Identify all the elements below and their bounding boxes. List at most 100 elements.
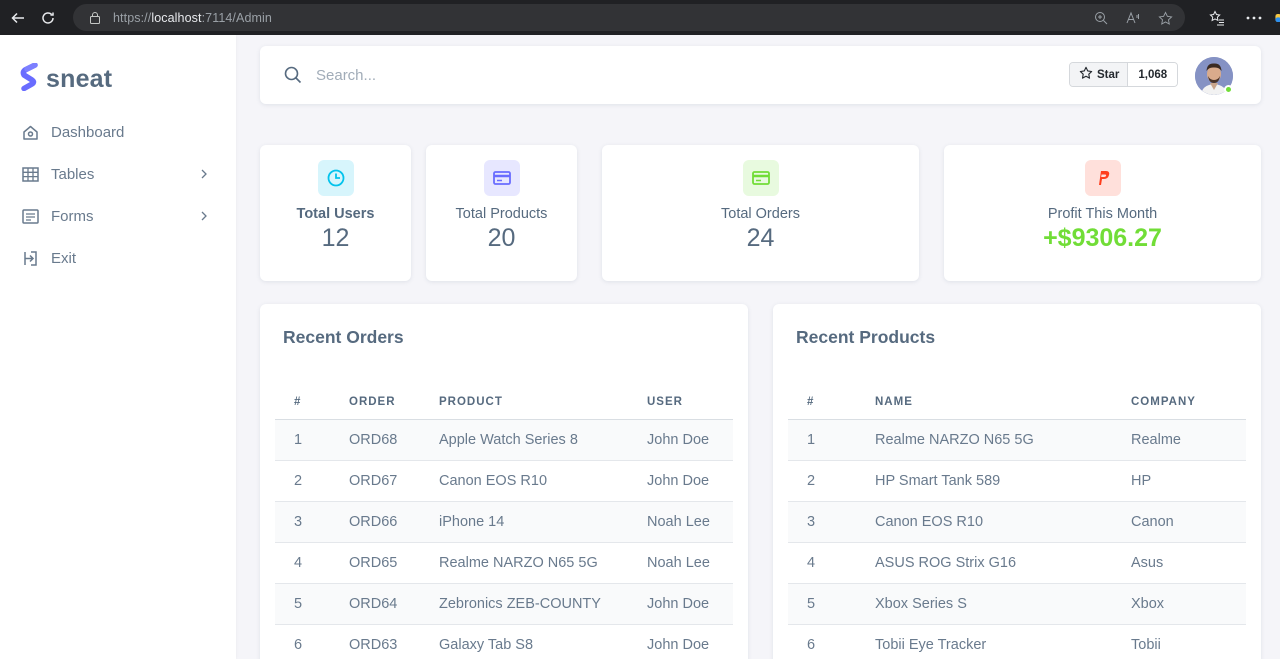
sidebar-item-label: Tables (51, 165, 95, 183)
table-icon (22, 166, 39, 183)
stat-card-total-orders: Total Orders 24 (602, 145, 919, 281)
favorite-icon[interactable] (1155, 8, 1175, 28)
table-cell: Noah Lee (628, 542, 733, 584)
column-header: # (788, 386, 856, 420)
sidebar-menu: Dashboard Tables Forms Exit (0, 111, 236, 279)
table-row: 2 HP Smart Tank 589 HP (788, 460, 1246, 502)
pie-clock-icon (318, 160, 354, 196)
table-cell: 6 (275, 624, 330, 659)
address-bar[interactable]: https://localhost:7114/Admin (73, 4, 1185, 31)
table-cell: HP (1112, 460, 1246, 502)
table-cell: Asus (1112, 542, 1246, 584)
star-icon (1079, 66, 1093, 83)
table-cell: Canon EOS R10 (856, 501, 1112, 543)
column-header: Company (1112, 386, 1246, 420)
zoom-icon[interactable] (1091, 8, 1111, 28)
table-row: 6 ORD63 Galaxy Tab S8 John Doe (275, 624, 733, 659)
table-row: 5 Xbox Series S Xbox (788, 583, 1246, 625)
table-cell: 4 (788, 542, 856, 584)
table-row: 4 ORD65 Realme NARZO N65 5G Noah Lee (275, 542, 733, 584)
stat-card-total-products: Total Products 20 (426, 145, 577, 281)
column-header: # (275, 386, 330, 420)
browser-toolbar: https://localhost:7114/Admin (0, 0, 1280, 35)
table-cell: John Doe (628, 624, 733, 659)
table-cell: ORD68 (330, 419, 420, 461)
table-cell: John Doe (628, 419, 733, 461)
stat-value: 20 (487, 224, 516, 252)
column-header: Order (330, 386, 420, 420)
sidebar-item-tables[interactable]: Tables (0, 153, 236, 195)
brand-name: sneat (46, 65, 113, 93)
sidebar: sneat Dashboard Tables Forms Exit (0, 35, 236, 659)
github-star-button[interactable]: Star 1,068 (1069, 62, 1179, 87)
table-row: 4 ASUS ROG Strix G16 Asus (788, 542, 1246, 584)
sneat-logo-icon (20, 62, 40, 96)
table-cell: ASUS ROG Strix G16 (856, 542, 1112, 584)
table-row: 2 ORD67 Canon EOS R10 John Doe (275, 460, 733, 502)
star-count[interactable]: 1,068 (1128, 63, 1178, 86)
table-cell: Xbox (1112, 583, 1246, 625)
table-cell: 2 (275, 460, 330, 502)
reload-icon[interactable] (30, 0, 66, 35)
table-cell: 6 (788, 624, 856, 659)
table-row: 1 Realme NARZO N65 5G Realme (788, 419, 1246, 461)
read-aloud-icon[interactable] (1123, 8, 1143, 28)
home-icon (22, 124, 39, 141)
chevron-right-icon (198, 167, 210, 181)
sidebar-item-label: Exit (51, 249, 77, 267)
lock-icon[interactable] (87, 10, 103, 26)
search-icon (284, 66, 302, 89)
table-cell: 3 (788, 501, 856, 543)
stat-value: 24 (746, 224, 775, 252)
table-cell: ORD63 (330, 624, 420, 659)
panel-title: Recent Products (796, 327, 936, 347)
table-cell: Canon EOS R10 (420, 460, 628, 502)
favorites-list-icon[interactable] (1198, 0, 1235, 35)
recent-orders-table: # Order Product User 1 ORD68 Apple Watch S… (275, 386, 733, 659)
table-cell: 3 (275, 501, 330, 543)
table-cell: Noah Lee (628, 501, 733, 543)
star-part[interactable]: Star (1070, 63, 1129, 86)
table-cell: 4 (275, 542, 330, 584)
sidebar-item-label: Dashboard (51, 123, 125, 141)
table-cell: Galaxy Tab S8 (420, 624, 628, 659)
star-label: Star (1097, 68, 1120, 81)
column-header: Product (420, 386, 628, 420)
column-header: Name (856, 386, 1112, 420)
sidebar-item-forms[interactable]: Forms (0, 195, 236, 237)
copilot-icon[interactable] (1272, 0, 1280, 35)
table-cell: Realme (1112, 419, 1246, 461)
brand-logo[interactable]: sneat (20, 62, 113, 96)
sidebar-item-dashboard[interactable]: Dashboard (0, 111, 236, 153)
table-header-row: # Order Product User (275, 386, 733, 420)
search-input[interactable] (316, 64, 916, 86)
table-cell: Zebronics ZEB-COUNTY (420, 583, 628, 625)
table-row: 1 ORD68 Apple Watch Series 8 John Doe (275, 419, 733, 461)
column-header: User (628, 386, 733, 420)
table-cell: John Doe (628, 583, 733, 625)
more-menu-icon[interactable] (1235, 0, 1272, 35)
recent-orders-card: Recent Orders # Order Product User 1 ORD6… (260, 304, 748, 659)
sidebar-item-exit[interactable]: Exit (0, 237, 236, 279)
table-cell: ORD64 (330, 583, 420, 625)
online-status-badge (1224, 85, 1233, 94)
table-row: 6 Tobii Eye Tracker Tobii (788, 624, 1246, 659)
table-cell: ORD65 (330, 542, 420, 584)
stat-value: 12 (321, 224, 350, 252)
stat-card-total-users: Total Users 12 (260, 145, 411, 281)
table-row: 3 Canon EOS R10 Canon (788, 501, 1246, 543)
table-header-row: # Name Company (788, 386, 1246, 420)
stat-label: Profit This Month (1047, 206, 1158, 222)
table-cell: 5 (275, 583, 330, 625)
table-cell: John Doe (628, 460, 733, 502)
table-cell: Realme NARZO N65 5G (856, 419, 1112, 461)
stat-value: +$9306.27 (1043, 224, 1162, 252)
top-navbar: Star 1,068 (260, 46, 1261, 104)
url-text: https://localhost:7114/Admin (113, 10, 272, 25)
table-cell: Canon (1112, 501, 1246, 543)
table-cell: ORD67 (330, 460, 420, 502)
table-cell: 1 (275, 419, 330, 461)
table-cell: HP Smart Tank 589 (856, 460, 1112, 502)
stat-label: Total Products (455, 206, 548, 222)
table-cell: 1 (788, 419, 856, 461)
